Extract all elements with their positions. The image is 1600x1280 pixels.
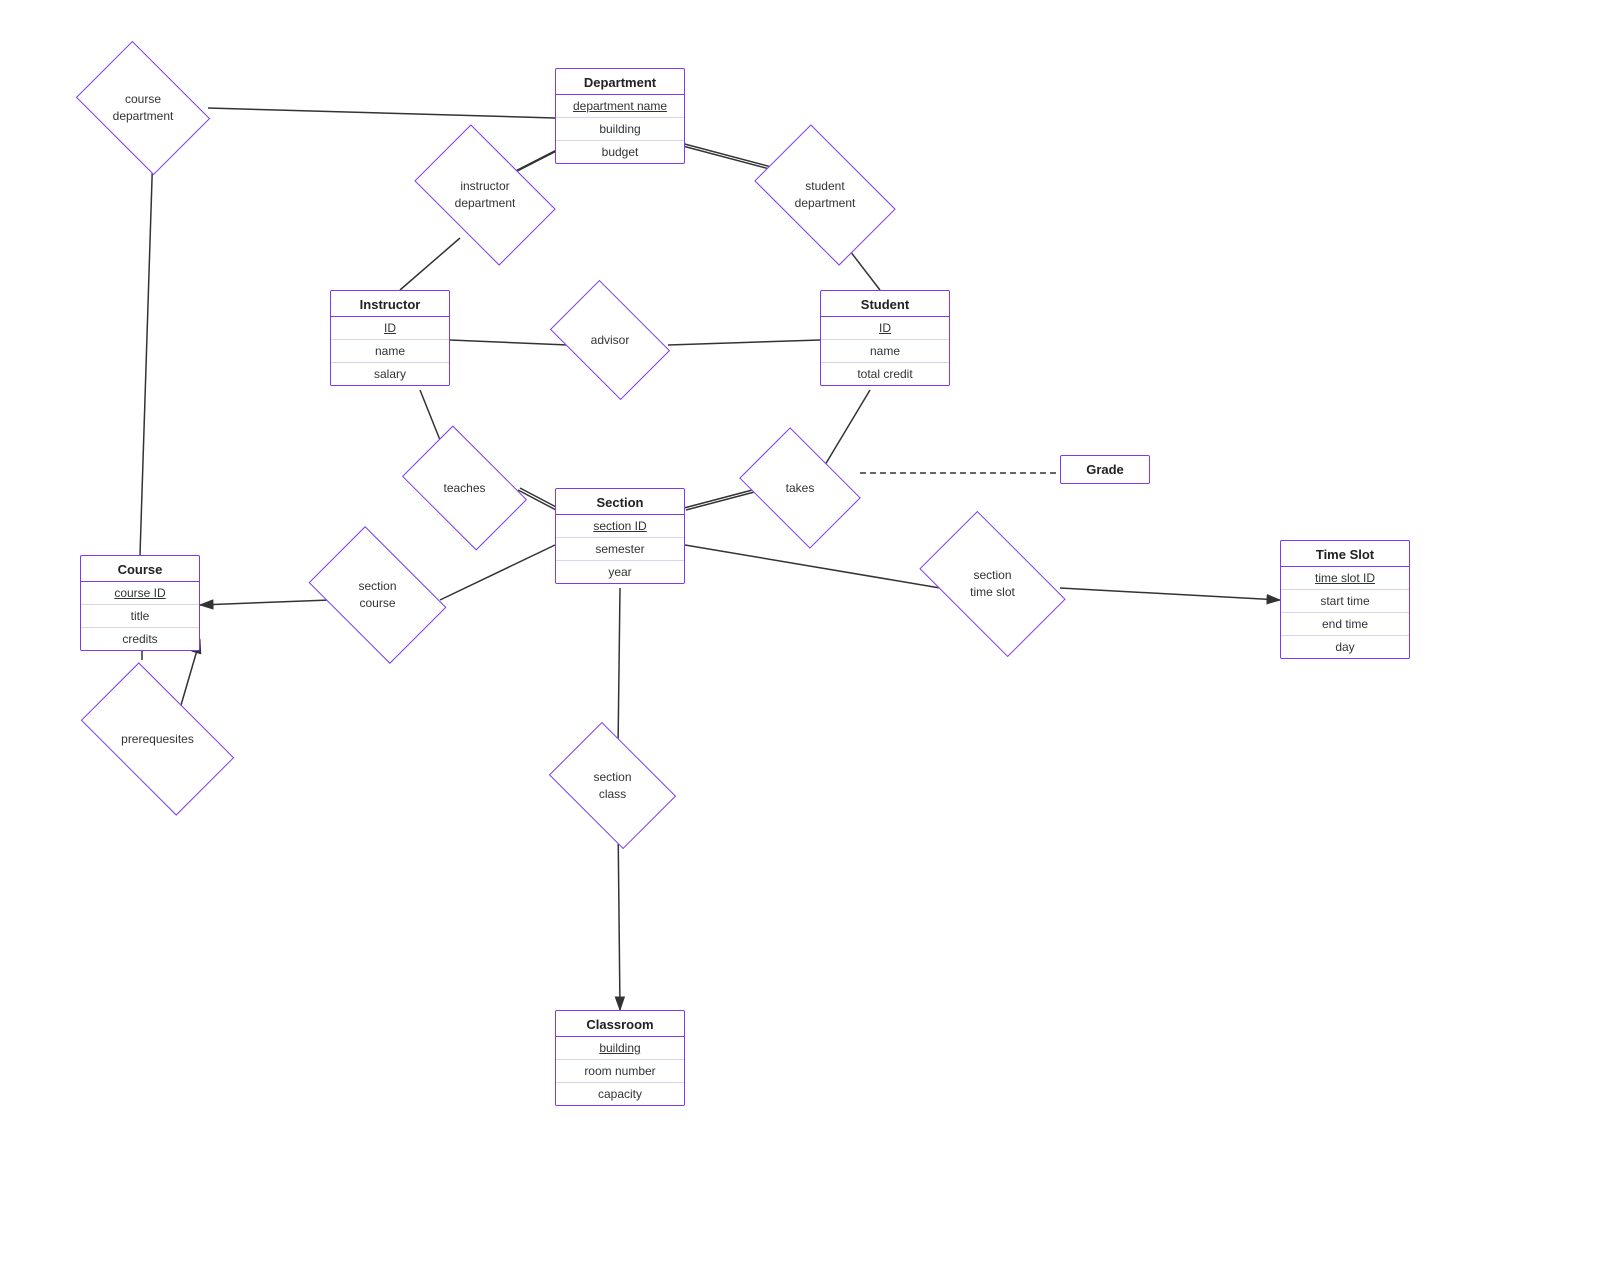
entity-timeslot-attr-id: time slot ID bbox=[1281, 567, 1409, 590]
diamond-section-timeslot: sectiontime slot bbox=[930, 543, 1055, 625]
diamond-instructor-department-label: instructordepartment bbox=[455, 178, 516, 212]
diamond-advisor: advisor bbox=[560, 305, 660, 375]
entity-course-attr-credits: credits bbox=[81, 628, 199, 650]
entity-grade-title: Grade bbox=[1061, 462, 1149, 477]
entity-timeslot-attr-end: end time bbox=[1281, 613, 1409, 636]
er-diagram: Department department name building budg… bbox=[0, 0, 1600, 1280]
entity-classroom-attr-capacity: capacity bbox=[556, 1083, 684, 1105]
diamond-course-department: coursedepartment bbox=[88, 68, 198, 148]
entity-course-title: Course bbox=[81, 556, 199, 582]
entity-course-attr-id: course ID bbox=[81, 582, 199, 605]
diamond-course-department-label: coursedepartment bbox=[113, 91, 174, 125]
entity-timeslot: Time Slot time slot ID start time end ti… bbox=[1280, 540, 1410, 659]
diamond-teaches-label: teaches bbox=[443, 480, 485, 497]
entity-classroom-attr-room: room number bbox=[556, 1060, 684, 1083]
entity-department-attr-budget: budget bbox=[556, 141, 684, 163]
diamond-student-department: studentdepartment bbox=[765, 155, 885, 235]
entity-department: Department department name building budg… bbox=[555, 68, 685, 164]
entity-timeslot-attr-day: day bbox=[1281, 636, 1409, 658]
entity-section-attr-semester: semester bbox=[556, 538, 684, 561]
entity-student-attr-credit: total credit bbox=[821, 363, 949, 385]
entity-course-attr-title: title bbox=[81, 605, 199, 628]
diamond-prereqs-label: prerequesites bbox=[121, 731, 194, 748]
entity-section-title: Section bbox=[556, 489, 684, 515]
diamond-teaches: teaches bbox=[412, 452, 517, 524]
entity-instructor-attr-salary: salary bbox=[331, 363, 449, 385]
entity-classroom-title: Classroom bbox=[556, 1011, 684, 1037]
diamond-section-class: sectionclass bbox=[560, 748, 665, 823]
diamond-section-course-label: sectioncourse bbox=[358, 578, 396, 612]
diamond-section-class-label: sectionclass bbox=[593, 769, 631, 803]
entity-grade: Grade bbox=[1060, 455, 1150, 484]
entity-instructor-attr-id: ID bbox=[331, 317, 449, 340]
entity-student-attr-id: ID bbox=[821, 317, 949, 340]
entity-section: Section section ID semester year bbox=[555, 488, 685, 584]
entity-department-attr-name: department name bbox=[556, 95, 684, 118]
entity-classroom: Classroom building room number capacity bbox=[555, 1010, 685, 1106]
diamond-instructor-department: instructordepartment bbox=[425, 155, 545, 235]
entity-classroom-attr-building: building bbox=[556, 1037, 684, 1060]
diamond-student-department-label: studentdepartment bbox=[795, 178, 856, 212]
entity-student-attr-name: name bbox=[821, 340, 949, 363]
diamond-section-course: sectioncourse bbox=[320, 555, 435, 635]
entity-timeslot-title: Time Slot bbox=[1281, 541, 1409, 567]
diamond-prereqs: prerequesites bbox=[90, 698, 225, 780]
entity-section-attr-id: section ID bbox=[556, 515, 684, 538]
entity-student-title: Student bbox=[821, 291, 949, 317]
diamond-takes-label: takes bbox=[786, 480, 815, 497]
entity-department-title: Department bbox=[556, 69, 684, 95]
entity-student: Student ID name total credit bbox=[820, 290, 950, 386]
entity-timeslot-attr-start: start time bbox=[1281, 590, 1409, 613]
diamond-takes: takes bbox=[750, 452, 850, 524]
entity-instructor: Instructor ID name salary bbox=[330, 290, 450, 386]
diamond-advisor-label: advisor bbox=[591, 332, 630, 349]
entity-instructor-title: Instructor bbox=[331, 291, 449, 317]
entity-instructor-attr-name: name bbox=[331, 340, 449, 363]
entity-section-attr-year: year bbox=[556, 561, 684, 583]
entity-course: Course course ID title credits bbox=[80, 555, 200, 651]
entity-department-attr-building: building bbox=[556, 118, 684, 141]
diamond-section-timeslot-label: sectiontime slot bbox=[970, 567, 1015, 601]
